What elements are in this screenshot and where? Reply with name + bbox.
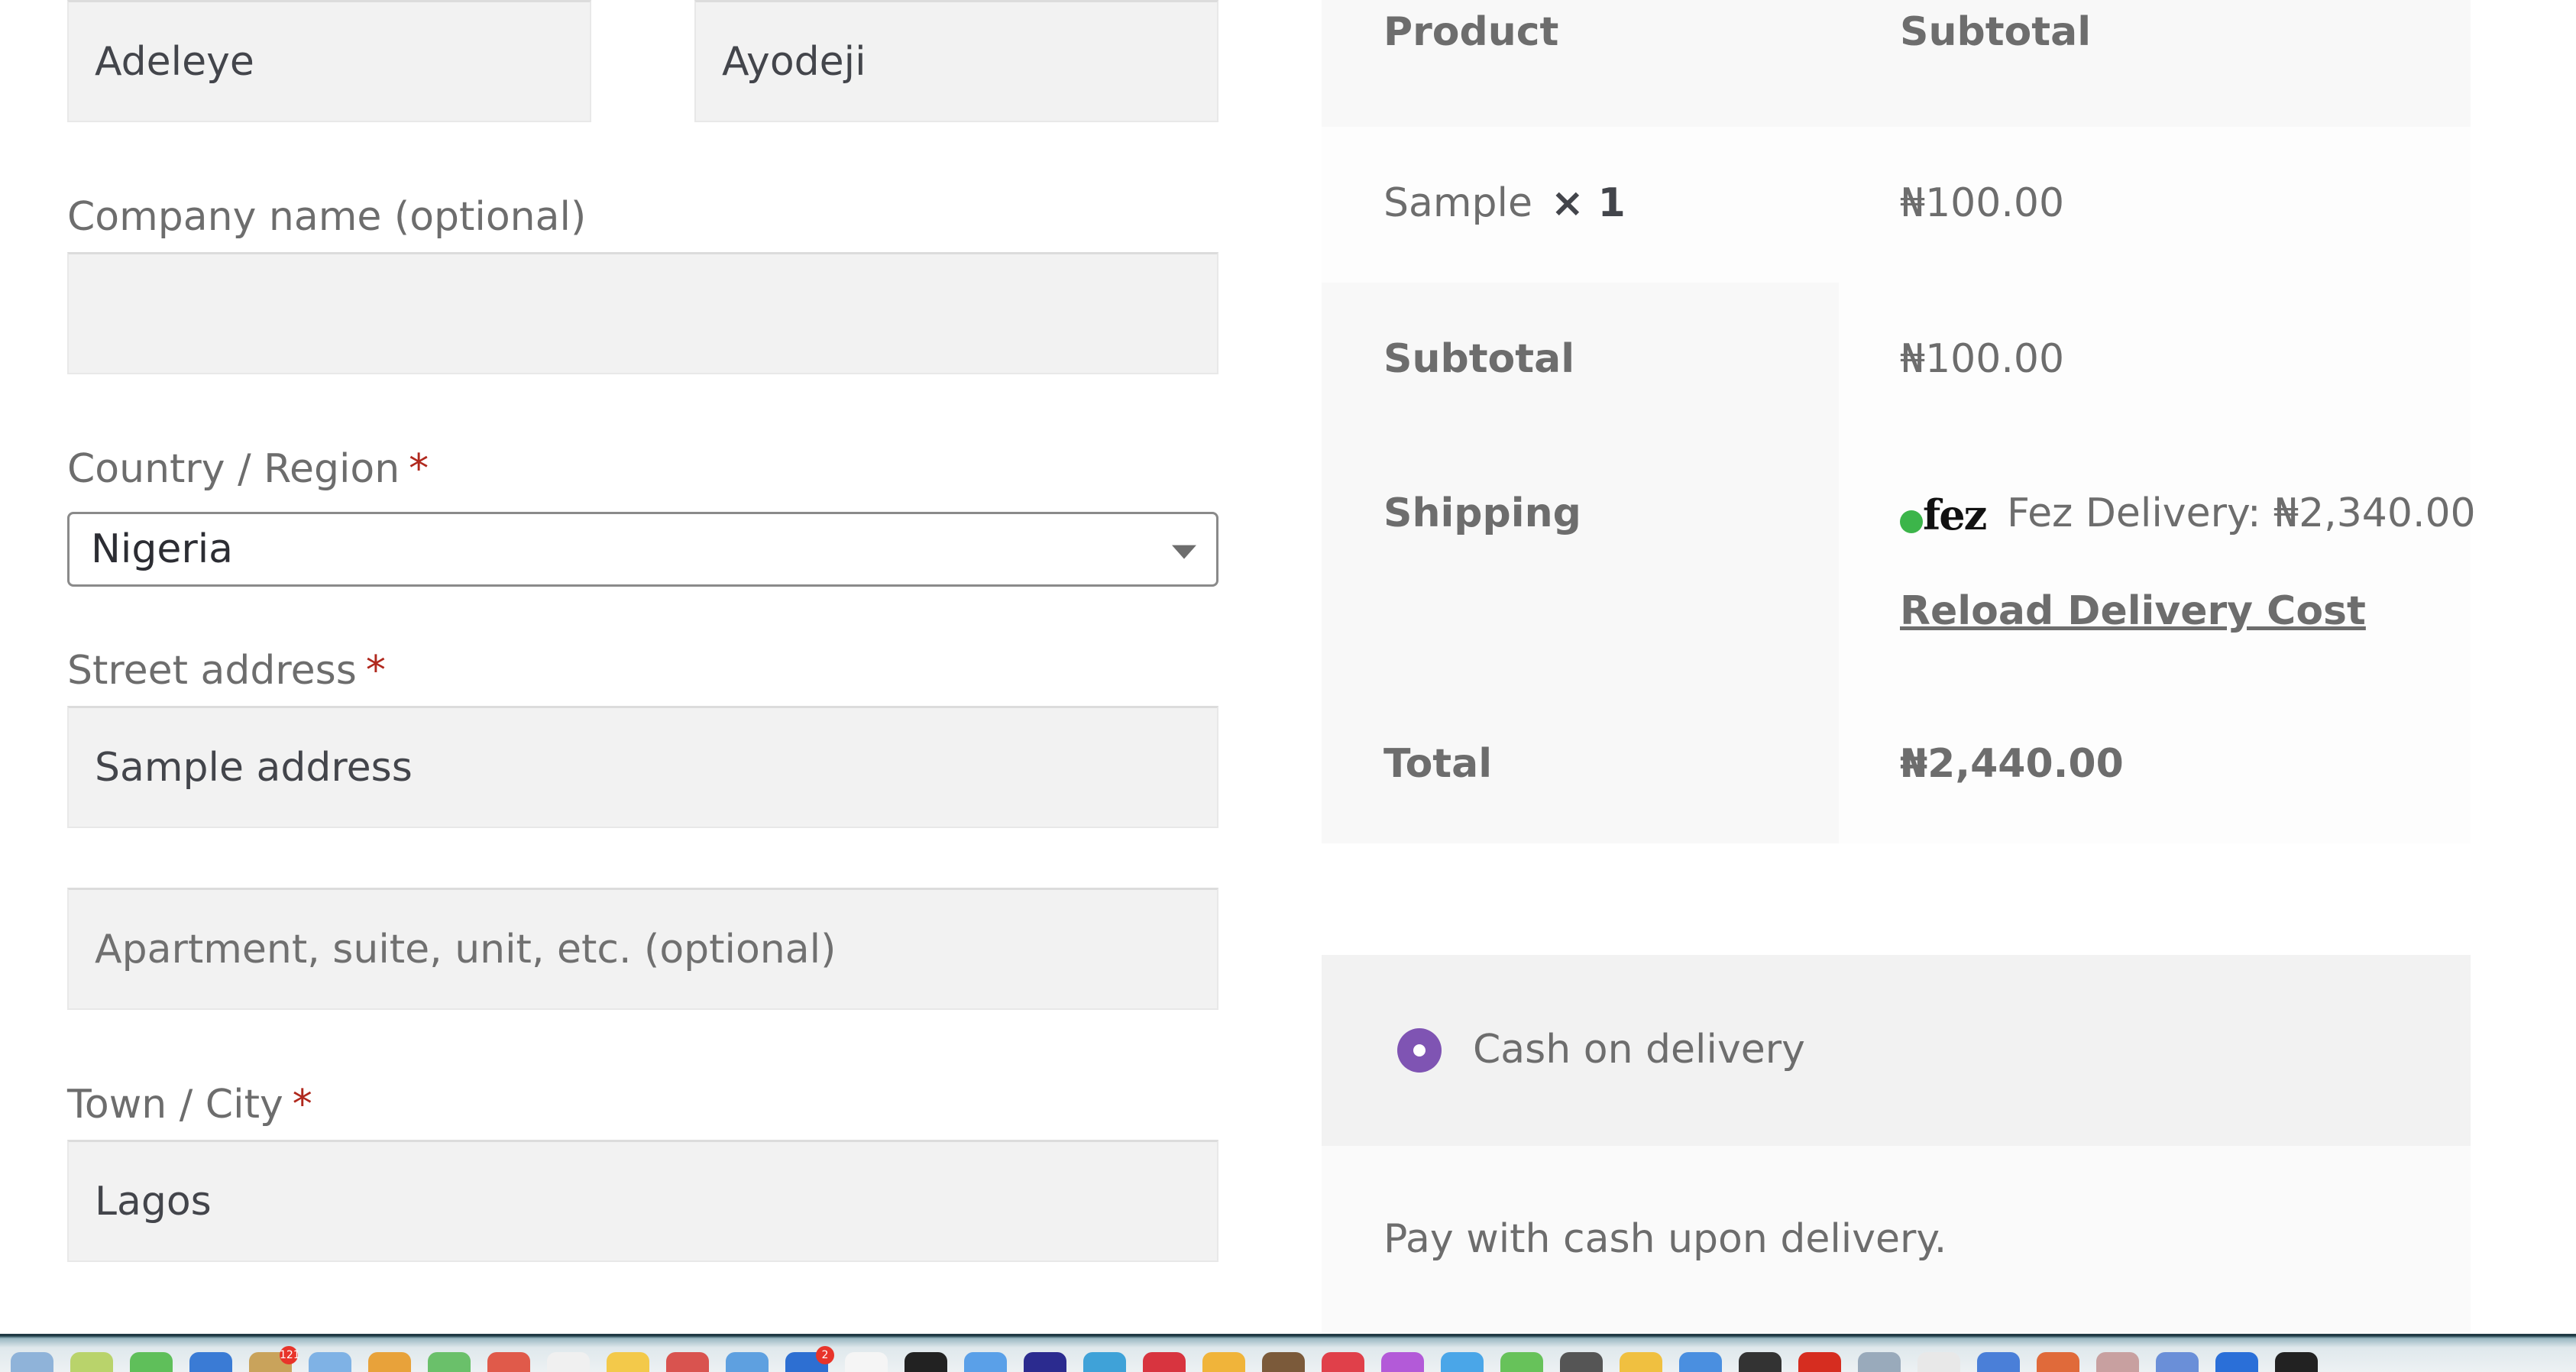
dock-app-icon[interactable] [2275,1352,2318,1372]
payment-method-label[interactable]: Cash on delivery [1473,1027,1805,1073]
dock-app-icon[interactable] [1858,1352,1901,1372]
dock-app-icon[interactable] [607,1352,649,1372]
dock-app-icon[interactable] [964,1352,1007,1372]
dock-app-icon[interactable] [1143,1352,1186,1372]
total-label: Total [1383,741,1493,787]
street-address-field[interactable]: Sample address [67,706,1218,828]
city-value: Lagos [95,1178,212,1225]
last-name-value: Ayodeji [722,38,866,85]
dock-app-icon[interactable] [666,1352,709,1372]
dock-app-icon[interactable] [905,1352,947,1372]
dock-app-icon[interactable] [70,1352,113,1372]
shipping-label: Shipping [1383,490,1581,536]
first-name-field[interactable]: Adeleye [67,0,591,122]
shipping-value: Fez Delivery: ₦2,340.00 [2007,490,2476,536]
street-label: Street address * [67,648,386,694]
dock-app-icon[interactable] [487,1352,530,1372]
dock-app-icon[interactable] [309,1352,351,1372]
required-marker: * [409,446,429,492]
subtotal-label: Subtotal [1383,336,1575,382]
company-field[interactable] [67,252,1218,374]
city-field[interactable]: Lagos [67,1140,1218,1262]
cash-on-delivery-radio[interactable] [1397,1028,1442,1073]
item-price: ₦100.00 [1900,180,2065,226]
checkout-page: Adeleye Ayodeji Company name (optional) … [0,0,2576,1372]
dock-app-icon[interactable] [726,1352,769,1372]
country-select[interactable]: Nigeria [67,512,1218,587]
item-quantity: × 1 [1550,180,1626,226]
apartment-placeholder: Apartment, suite, unit, etc. (optional) [95,926,837,972]
item-name: Sample × 1 [1383,180,1626,226]
dock-app-icon[interactable] [2096,1352,2139,1372]
city-label: Town / City * [67,1082,312,1128]
dock-app-icon[interactable] [1679,1352,1722,1372]
street-address-value: Sample address [95,744,413,791]
dock-app-icon[interactable] [1917,1352,1960,1372]
fez-logo-text: fez [1923,490,1987,539]
dock-app-icon[interactable] [1024,1352,1066,1372]
dock-app-icon[interactable] [1202,1352,1245,1372]
header-subtotal: Subtotal [1900,9,2092,55]
dock-app-icon[interactable] [1798,1352,1841,1372]
required-marker: * [365,648,386,694]
payment-description: Pay with cash upon delivery. [1383,1216,1947,1262]
dock-app-icon[interactable] [189,1352,232,1372]
dock-app-icon[interactable] [2037,1352,2079,1372]
dock-app-icon[interactable] [1262,1352,1305,1372]
first-name-value: Adeleye [95,38,254,85]
dock-app-icon[interactable] [428,1352,471,1372]
dock-app-icon[interactable] [1620,1352,1662,1372]
company-label: Company name (optional) [67,194,587,240]
fez-leaf-icon [1900,510,1923,533]
dock-app-icon[interactable] [1322,1352,1364,1372]
dock-app-icon[interactable] [368,1352,411,1372]
country-label: Country / Region * [67,446,429,492]
dropdown-arrow-icon [1172,545,1196,559]
apartment-field[interactable]: Apartment, suite, unit, etc. (optional) [67,888,1218,1010]
subtotal-value: ₦100.00 [1900,336,2065,382]
total-value: ₦2,440.00 [1900,741,2124,787]
dock-app-icon[interactable] [1381,1352,1424,1372]
fez-logo-icon: fez [1900,490,1987,539]
dock-notification-badge: 2 [816,1346,834,1364]
dock-app-icon[interactable] [1083,1352,1126,1372]
dock-app-icon[interactable] [2156,1352,2199,1372]
dock-app-icon[interactable] [2215,1352,2258,1372]
country-value: Nigeria [91,526,234,572]
dock-app-icon[interactable] [11,1352,53,1372]
dock-app-icon[interactable] [1977,1352,2020,1372]
dock-app-icon[interactable] [1560,1352,1603,1372]
dock-app-icon[interactable] [1441,1352,1484,1372]
dock-app-icon[interactable] [1739,1352,1782,1372]
dock-app-icon[interactable] [1500,1352,1543,1372]
required-marker: * [292,1082,312,1128]
dock-notification-badge: 121 [280,1346,300,1364]
reload-delivery-cost-link[interactable]: Reload Delivery Cost [1900,588,2366,634]
dock-app-icon[interactable] [845,1352,888,1372]
dock-app-icon[interactable] [547,1352,590,1372]
header-product: Product [1383,9,1559,55]
last-name-field[interactable]: Ayodeji [694,0,1218,122]
dock-app-icon[interactable] [130,1352,173,1372]
